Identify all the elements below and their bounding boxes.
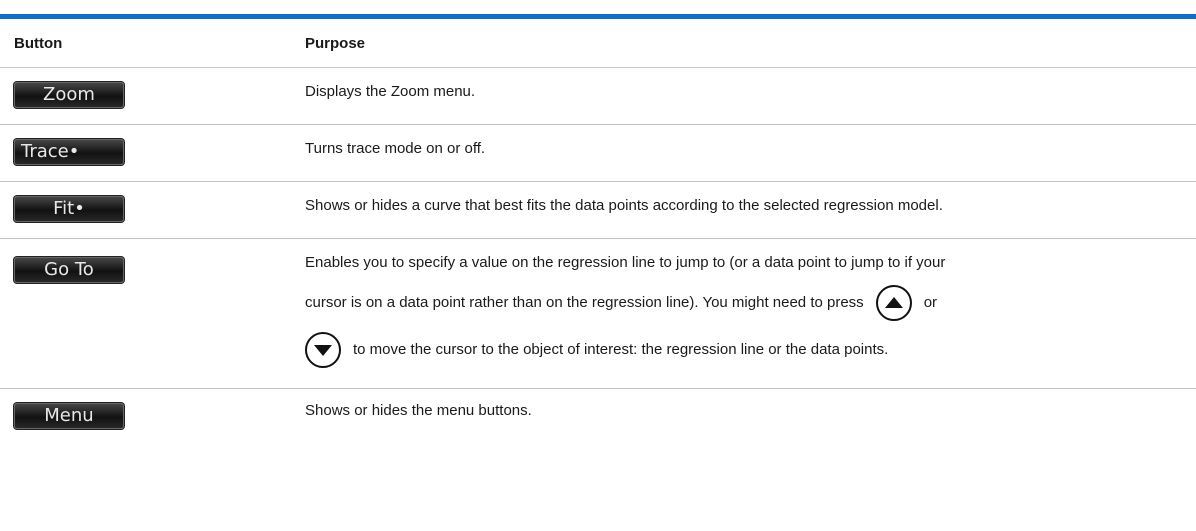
button-purpose-table: Button Purpose Zoom Displays the Zoom me…	[0, 14, 1196, 445]
header-purpose: Purpose	[305, 34, 366, 52]
header-button: Button	[14, 34, 63, 52]
button-cell: Menu	[0, 389, 305, 429]
go-to-softkey[interactable]: Go To	[14, 257, 124, 283]
fit-softkey[interactable]: Fit•	[14, 196, 124, 222]
zoom-softkey[interactable]: Zoom	[14, 82, 124, 108]
down-arrow-key-icon	[305, 331, 341, 368]
purpose-text: to move the cursor to the object of inte…	[353, 340, 889, 358]
button-cell: Zoom	[0, 68, 305, 108]
button-cell: Fit•	[0, 182, 305, 222]
table-row: Menu Shows or hides the menu buttons.	[0, 389, 1196, 445]
table-row: Zoom Displays the Zoom menu.	[0, 68, 1196, 125]
purpose-cell: Shows or hides the menu buttons.	[305, 402, 532, 419]
purpose-line: to move the cursor to the object of inte…	[305, 326, 1184, 373]
purpose-line: cursor is on a data point rather than on…	[305, 279, 1184, 326]
table-header-row: Button Purpose	[0, 19, 1196, 68]
table-row: Go To Enables you to specify a value on …	[0, 239, 1196, 389]
purpose-cell: Turns trace mode on or off.	[305, 140, 486, 157]
up-arrow-key-icon	[875, 284, 912, 321]
purpose-text: cursor is on a data point rather than on…	[305, 293, 864, 311]
trace-softkey[interactable]: Trace•	[14, 139, 124, 165]
purpose-text: or	[923, 293, 938, 311]
menu-softkey[interactable]: Menu	[14, 403, 124, 429]
purpose-cell: Enables you to specify a value on the re…	[305, 239, 1196, 373]
purpose-cell: Shows or hides a curve that best fits th…	[305, 197, 943, 214]
table-row: Trace• Turns trace mode on or off.	[0, 125, 1196, 182]
button-cell: Trace•	[0, 125, 305, 165]
purpose-line: Enables you to specify a value on the re…	[305, 254, 946, 271]
button-cell: Go To	[0, 239, 305, 283]
purpose-cell: Displays the Zoom menu.	[305, 83, 476, 100]
table-row: Fit• Shows or hides a curve that best fi…	[0, 182, 1196, 239]
